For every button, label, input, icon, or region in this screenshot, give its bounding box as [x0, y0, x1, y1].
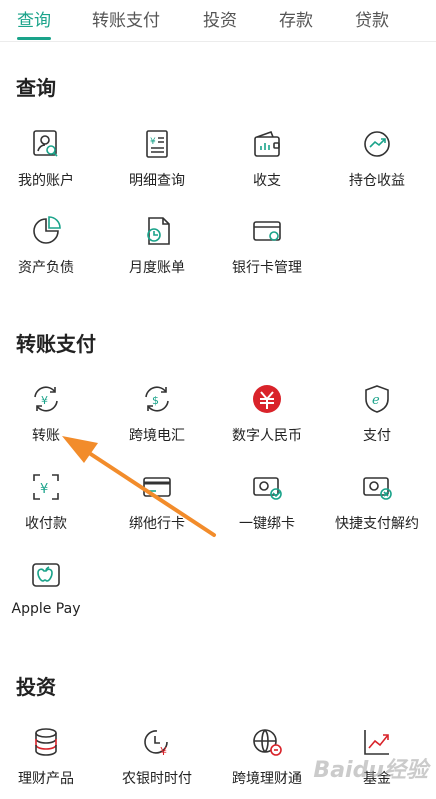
menu-item-label: 资产负债	[18, 260, 74, 276]
menu-item-label: 跨境理财通	[232, 771, 302, 787]
transfer-icon: ¥	[30, 383, 62, 415]
globe-icon	[251, 726, 283, 758]
epay-icon: e	[361, 383, 393, 415]
menu-item-receive-pay[interactable]: ¥ 收付款	[0, 471, 98, 543]
section-title-invest: 投资	[16, 675, 56, 699]
menu-item-cross-border-wire[interactable]: $ 跨境电汇	[105, 383, 209, 455]
scan-pay-icon: ¥	[30, 471, 62, 503]
cross-border-icon: $	[141, 383, 173, 415]
svg-text:¥: ¥	[160, 745, 167, 758]
top-tab-bar: 查询 转账支付 投资 存款 贷款	[0, 0, 436, 42]
menu-item-label: 我的账户	[18, 173, 74, 189]
menu-item-wealth-products[interactable]: 理财产品	[0, 726, 98, 798]
menu-item-statement-query[interactable]: ¥ 明细查询	[105, 128, 209, 200]
menu-item-my-account[interactable]: 我的账户	[0, 128, 98, 200]
menu-item-one-click-bind[interactable]: 一键绑卡	[215, 471, 319, 543]
menu-item-card-management[interactable]: 银行卡管理	[215, 215, 319, 287]
tab-loan[interactable]: 贷款	[355, 6, 389, 31]
menu-item-label: 跨境电汇	[129, 428, 185, 444]
menu-item-label: 持仓收益	[349, 173, 405, 189]
menu-item-label: 一键绑卡	[239, 516, 295, 532]
menu-item-label: 银行卡管理	[232, 260, 302, 276]
svg-text:¥: ¥	[41, 394, 48, 407]
active-tab-indicator	[17, 37, 51, 40]
menu-item-pay[interactable]: e 支付	[325, 383, 429, 455]
menu-item-label: 理财产品	[18, 771, 74, 787]
menu-item-holding-earnings[interactable]: 持仓收益	[325, 128, 429, 200]
tab-query[interactable]: 查询	[17, 6, 51, 31]
wallet-icon	[251, 128, 283, 160]
trend-icon	[361, 128, 393, 160]
watermark: Baidu经验	[313, 758, 428, 783]
card-settings-icon	[251, 215, 283, 247]
menu-item-assets-liabilities[interactable]: 资产负债	[0, 215, 98, 287]
svg-text:¥: ¥	[150, 137, 156, 147]
menu-item-label: 收支	[253, 173, 281, 189]
tab-deposit[interactable]: 存款	[279, 6, 313, 31]
menu-item-label: 明细查询	[129, 173, 185, 189]
menu-item-label: Apple Pay	[11, 601, 81, 617]
apple-icon	[30, 559, 62, 591]
section-title-transfer-pay: 转账支付	[16, 332, 96, 356]
menu-item-income-expense[interactable]: 收支	[215, 128, 319, 200]
bind-card-icon	[141, 471, 173, 503]
menu-item-digital-rmb[interactable]: 数字人民币	[215, 383, 319, 455]
digital-rmb-icon	[251, 383, 283, 415]
menu-item-abc-instant-pay[interactable]: ¥ 农银时时付	[105, 726, 209, 798]
coins-icon	[30, 726, 62, 758]
menu-item-transfer[interactable]: ¥ 转账	[0, 383, 98, 455]
menu-item-label: 收付款	[25, 516, 67, 532]
svg-text:¥: ¥	[40, 482, 48, 497]
link-card-icon	[251, 471, 283, 503]
menu-item-monthly-bill[interactable]: 月度账单	[105, 215, 209, 287]
account-icon	[30, 128, 62, 160]
menu-item-label: 绑他行卡	[129, 516, 185, 532]
svg-text:$: $	[152, 394, 159, 407]
pie-icon	[30, 215, 62, 247]
menu-item-label: 月度账单	[129, 260, 185, 276]
bill-icon	[141, 215, 173, 247]
unbind-card-icon	[361, 471, 393, 503]
statement-icon: ¥	[141, 128, 173, 160]
clock-yen-icon: ¥	[141, 726, 173, 758]
menu-item-label: 支付	[363, 428, 391, 444]
menu-item-cross-border-wealth[interactable]: 跨境理财通	[215, 726, 319, 798]
svg-text:e: e	[372, 393, 380, 408]
menu-item-label: 转账	[32, 428, 60, 444]
tab-invest[interactable]: 投资	[203, 6, 237, 31]
menu-item-bind-other-card[interactable]: 绑他行卡	[105, 471, 209, 543]
menu-item-apple-pay[interactable]: Apple Pay	[0, 559, 98, 631]
section-title-query: 查询	[16, 76, 56, 100]
menu-item-label: 数字人民币	[232, 428, 302, 444]
menu-item-label: 快捷支付解约	[335, 516, 419, 532]
tab-transfer-pay[interactable]: 转账支付	[92, 6, 160, 31]
menu-item-label: 农银时时付	[122, 771, 192, 787]
menu-item-quick-pay-cancel[interactable]: 快捷支付解约	[325, 471, 429, 543]
